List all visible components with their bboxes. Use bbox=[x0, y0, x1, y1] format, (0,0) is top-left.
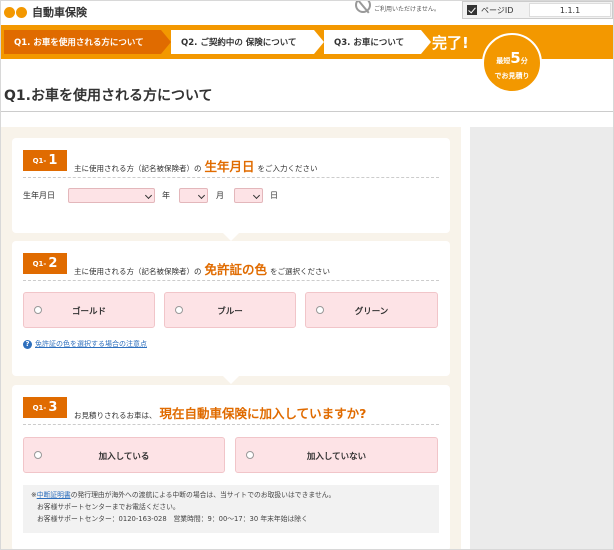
option-label: グリーン bbox=[354, 307, 389, 317]
help-link[interactable]: 免許証の色を選択する場合の注意点 bbox=[35, 339, 147, 349]
page-frame: 自動車保険 ご利用いただけません。 ページID 1.1.1 Q1. お車を使用さ… bbox=[0, 0, 614, 550]
day-unit: 日 bbox=[270, 191, 278, 200]
question-text: 主に使用される方（記名被保険者）の 生年月日 をご入力ください bbox=[74, 156, 318, 175]
page-id-value: 1.1.1 bbox=[529, 3, 611, 17]
badge-suffix: でお見積り bbox=[494, 72, 530, 80]
divider bbox=[23, 177, 439, 178]
certificate-link[interactable]: 中断証明書 bbox=[37, 491, 71, 499]
badge-unit: 分 bbox=[520, 57, 528, 65]
page-id-box: ページID 1.1.1 bbox=[462, 1, 613, 19]
side-panel bbox=[470, 127, 613, 549]
insured-option-no[interactable]: 加入していない bbox=[235, 437, 438, 473]
question-card-q1-1: Q1- 1 主に使用される方（記名被保険者）の 生年月日 をご入力ください 生年月日 … bbox=[12, 138, 450, 233]
question-text-before: 主に使用される方（記名被保険者）の bbox=[74, 164, 202, 173]
app-title: 自動車保険 bbox=[32, 6, 87, 19]
birth-year-select[interactable] bbox=[68, 188, 155, 203]
birth-day-select[interactable] bbox=[234, 188, 263, 203]
step-q3: Q3. お車について bbox=[324, 30, 431, 54]
note-line: お客様サポートセンターまでお電話ください。 bbox=[37, 503, 180, 511]
question-number-prefix: Q1- bbox=[32, 156, 47, 165]
chevron-down-icon bbox=[252, 191, 261, 200]
option-label: 加入している bbox=[98, 452, 150, 462]
card-pointer bbox=[223, 233, 239, 241]
question-emphasis: 現在自動車保険に加入していますか? bbox=[159, 406, 367, 421]
header: 自動車保険 ご利用いただけません。 ページID 1.1.1 bbox=[1, 1, 613, 23]
estimate-time-badge: 最短5分 でお見積り bbox=[482, 33, 542, 93]
checkbox-icon[interactable] bbox=[467, 5, 477, 15]
birth-month-select[interactable] bbox=[179, 188, 208, 203]
birthdate-label: 生年月日 bbox=[23, 191, 55, 200]
question-text: お見積りされるお車は、 現在自動車保険に加入していますか? bbox=[74, 403, 369, 422]
question-emphasis: 生年月日 bbox=[204, 159, 255, 174]
card-pointer bbox=[223, 376, 239, 384]
step-q2: Q2. ご契約中の 保険について bbox=[171, 30, 324, 54]
license-option-blue[interactable]: ブルー bbox=[164, 292, 296, 328]
question-text-before: 主に使用される方（記名被保険者）の bbox=[74, 267, 202, 276]
month-unit: 月 bbox=[216, 191, 224, 200]
license-color-help[interactable]: ? 免許証の色を選択する場合の注意点 bbox=[23, 339, 147, 349]
interruption-note: ※中断証明書の発行理由が海外への渡航による中断の場合は、当サイトでのお取扱いはで… bbox=[23, 485, 439, 533]
question-number: 1 bbox=[48, 153, 58, 168]
license-option-gold[interactable]: ゴールド bbox=[23, 292, 155, 328]
question-icon: ? bbox=[23, 339, 32, 349]
year-unit: 年 bbox=[162, 191, 170, 200]
question-text-after: をご選択ください bbox=[270, 267, 331, 276]
prohibited-icon bbox=[355, 1, 371, 13]
logo: 自動車保険 bbox=[4, 4, 87, 20]
insured-option-yes[interactable]: 加入している bbox=[23, 437, 225, 473]
page-id-label: ページID bbox=[481, 5, 514, 15]
chevron-down-icon bbox=[197, 191, 206, 200]
badge-prefix: 最短 bbox=[496, 57, 511, 65]
question-card-q1-2: Q1- 2 主に使用される方（記名被保険者）の 免許証の色 をご選択ください ゴールド… bbox=[12, 241, 450, 376]
question-emphasis: 免許証の色 bbox=[204, 262, 268, 277]
divider bbox=[23, 280, 439, 281]
chevron-down-icon bbox=[144, 191, 153, 200]
question-number-prefix: Q1- bbox=[32, 403, 47, 412]
divider bbox=[23, 424, 439, 425]
option-label: ゴールド bbox=[71, 307, 106, 317]
divider bbox=[1, 111, 613, 112]
question-number-prefix: Q1- bbox=[32, 259, 47, 268]
license-option-green[interactable]: グリーン bbox=[305, 292, 438, 328]
question-number-badge: Q1- 1 bbox=[23, 150, 67, 171]
question-text-before: お見積りされるお車は、 bbox=[74, 411, 157, 420]
question-number-badge: Q1- 2 bbox=[23, 253, 67, 274]
question-card-q1-3: Q1- 3 お見積りされるお車は、 現在自動車保険に加入していますか? 加入している… bbox=[12, 385, 450, 549]
question-text-after: をご入力ください bbox=[257, 164, 318, 173]
option-label: ブルー bbox=[217, 307, 243, 317]
page-title: Q1.お車を使用される方について bbox=[4, 88, 213, 104]
step-complete: 完了! bbox=[432, 34, 469, 52]
badge-number: 5 bbox=[510, 49, 521, 67]
question-number: 2 bbox=[48, 256, 58, 271]
logo-dot-icon bbox=[4, 6, 15, 18]
note-line: お客様サポートセンター：0120-163-028 営業時間：9：00〜17：30… bbox=[37, 515, 308, 523]
option-label: 加入していない bbox=[306, 452, 367, 462]
logo-dot-icon bbox=[16, 6, 27, 18]
question-text: 主に使用される方（記名被保険者）の 免許証の色 をご選択ください bbox=[74, 259, 330, 278]
question-number-badge: Q1- 3 bbox=[23, 397, 67, 418]
step-q1: Q1. お車を使用される方について bbox=[4, 30, 171, 54]
question-number: 3 bbox=[48, 400, 58, 415]
notice-text: ご利用いただけません。 bbox=[374, 6, 440, 13]
note-line: の発行理由が海外への渡航による中断の場合は、当サイトでのお取扱いはできません。 bbox=[70, 491, 336, 499]
